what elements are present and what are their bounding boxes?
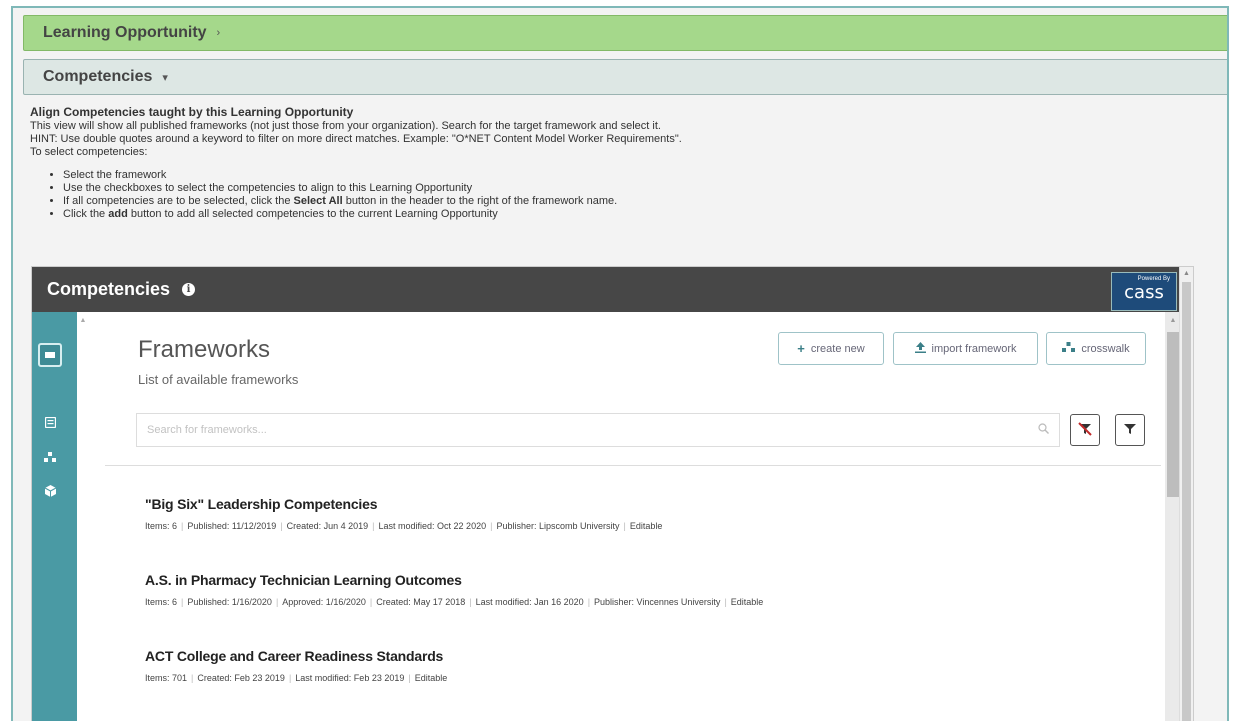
panel-scrollbar[interactable]: ▲ xyxy=(1179,267,1193,721)
hierarchy-icon[interactable] xyxy=(38,445,62,469)
page-title: Frameworks xyxy=(138,336,271,363)
plus-icon: + xyxy=(797,341,805,356)
cube-icon[interactable] xyxy=(38,479,62,503)
cass-logo: Powered By cass xyxy=(1111,272,1177,311)
framework-meta: Items: 6 | Published: 11/12/2019 | Created: … xyxy=(145,521,663,531)
instruction-step: Select the framework xyxy=(63,169,1210,182)
left-scrollbar[interactable]: ▲ xyxy=(77,312,89,721)
instructions-hint: HINT: Use double quotes around a keyword… xyxy=(30,133,682,145)
crosswalk-icon xyxy=(1062,341,1076,356)
filter-icon xyxy=(1124,423,1136,438)
instruction-step: If all competencies are to be selected, … xyxy=(63,195,1210,208)
competencies-header-label: Competencies xyxy=(43,68,153,85)
create-new-button[interactable]: + create new xyxy=(778,332,884,365)
framework-name[interactable]: A.S. in Pharmacy Technician Learning Out… xyxy=(145,572,1145,588)
frameworks-view: ▲ Frameworks List of available framework… xyxy=(77,312,1181,721)
info-icon[interactable]: i xyxy=(182,283,196,296)
learning-opportunity-editor: Learning Opportunity › Competencies ▾ Al… xyxy=(11,6,1229,721)
create-new-label: create new xyxy=(810,342,865,355)
learning-opportunity-header-label: Learning Opportunity xyxy=(43,24,207,41)
instructions-line: This view will show all published framew… xyxy=(30,120,661,132)
divider xyxy=(105,465,1161,466)
framework-name[interactable]: "Big Six" Leadership Competencies xyxy=(145,496,1145,512)
logo-name: cass xyxy=(1124,282,1164,303)
crosswalk-button[interactable]: crosswalk xyxy=(1046,332,1146,365)
search-icon[interactable] xyxy=(1038,423,1049,437)
competencies-panel-bar: Competencies i Powered By cass xyxy=(32,267,1193,312)
import-framework-label: import framework xyxy=(931,342,1017,355)
competencies-accordion-header[interactable]: Competencies ▾ xyxy=(23,59,1227,95)
upload-icon xyxy=(914,341,926,356)
framework-item[interactable]: ACT College and Career Readiness Standar… xyxy=(145,648,1145,721)
instruction-step: Use the checkboxes to select the compete… xyxy=(63,182,1210,195)
framework-item[interactable]: "Big Six" Leadership Competencies Items:… xyxy=(145,496,1145,572)
chevron-right-icon: › xyxy=(216,27,221,39)
framework-name[interactable]: ACT College and Career Readiness Standar… xyxy=(145,648,1145,664)
filter-button[interactable] xyxy=(1115,414,1145,446)
list-icon[interactable] xyxy=(38,410,62,434)
framework-meta: Items: 701 | Created: Feb 23 2019 | Last mod… xyxy=(145,673,448,683)
panel-title: Competencies xyxy=(47,279,171,299)
crosswalk-label: crosswalk xyxy=(1081,342,1130,355)
instructions-heading: Align Competencies taught by this Learni… xyxy=(30,105,354,119)
page-subtitle: List of available frameworks xyxy=(138,372,299,387)
framework-item[interactable]: A.S. in Pharmacy Technician Learning Out… xyxy=(145,572,1145,648)
learning-opportunity-accordion-header[interactable]: Learning Opportunity › xyxy=(23,15,1227,51)
framework-meta: Items: 6 | Published: 1/16/2020 | Approved: … xyxy=(145,597,764,607)
menu-icon[interactable] xyxy=(38,343,62,367)
clear-filter-icon xyxy=(1078,421,1092,439)
import-framework-button[interactable]: import framework xyxy=(893,332,1038,365)
chevron-down-icon: ▾ xyxy=(162,71,168,84)
alignment-instructions: Align Competencies taught by this Learni… xyxy=(30,106,1210,221)
scrollbar-thumb[interactable] xyxy=(1167,332,1179,497)
clear-filter-button[interactable] xyxy=(1070,414,1100,446)
cass-sidebar xyxy=(32,312,77,721)
instructions-line: To select competencies: xyxy=(30,146,148,158)
scrollbar-thumb[interactable] xyxy=(1182,282,1191,721)
framework-search xyxy=(136,413,1060,447)
instructions-steps: Select the framework Use the checkboxes … xyxy=(30,169,1210,221)
framework-list: "Big Six" Leadership Competencies Items:… xyxy=(145,496,1145,721)
search-input[interactable] xyxy=(137,414,1059,446)
instruction-step: Click the add button to add all selected… xyxy=(63,208,1210,221)
competencies-panel: Competencies i Powered By cass ▲ Framewo… xyxy=(31,266,1194,721)
